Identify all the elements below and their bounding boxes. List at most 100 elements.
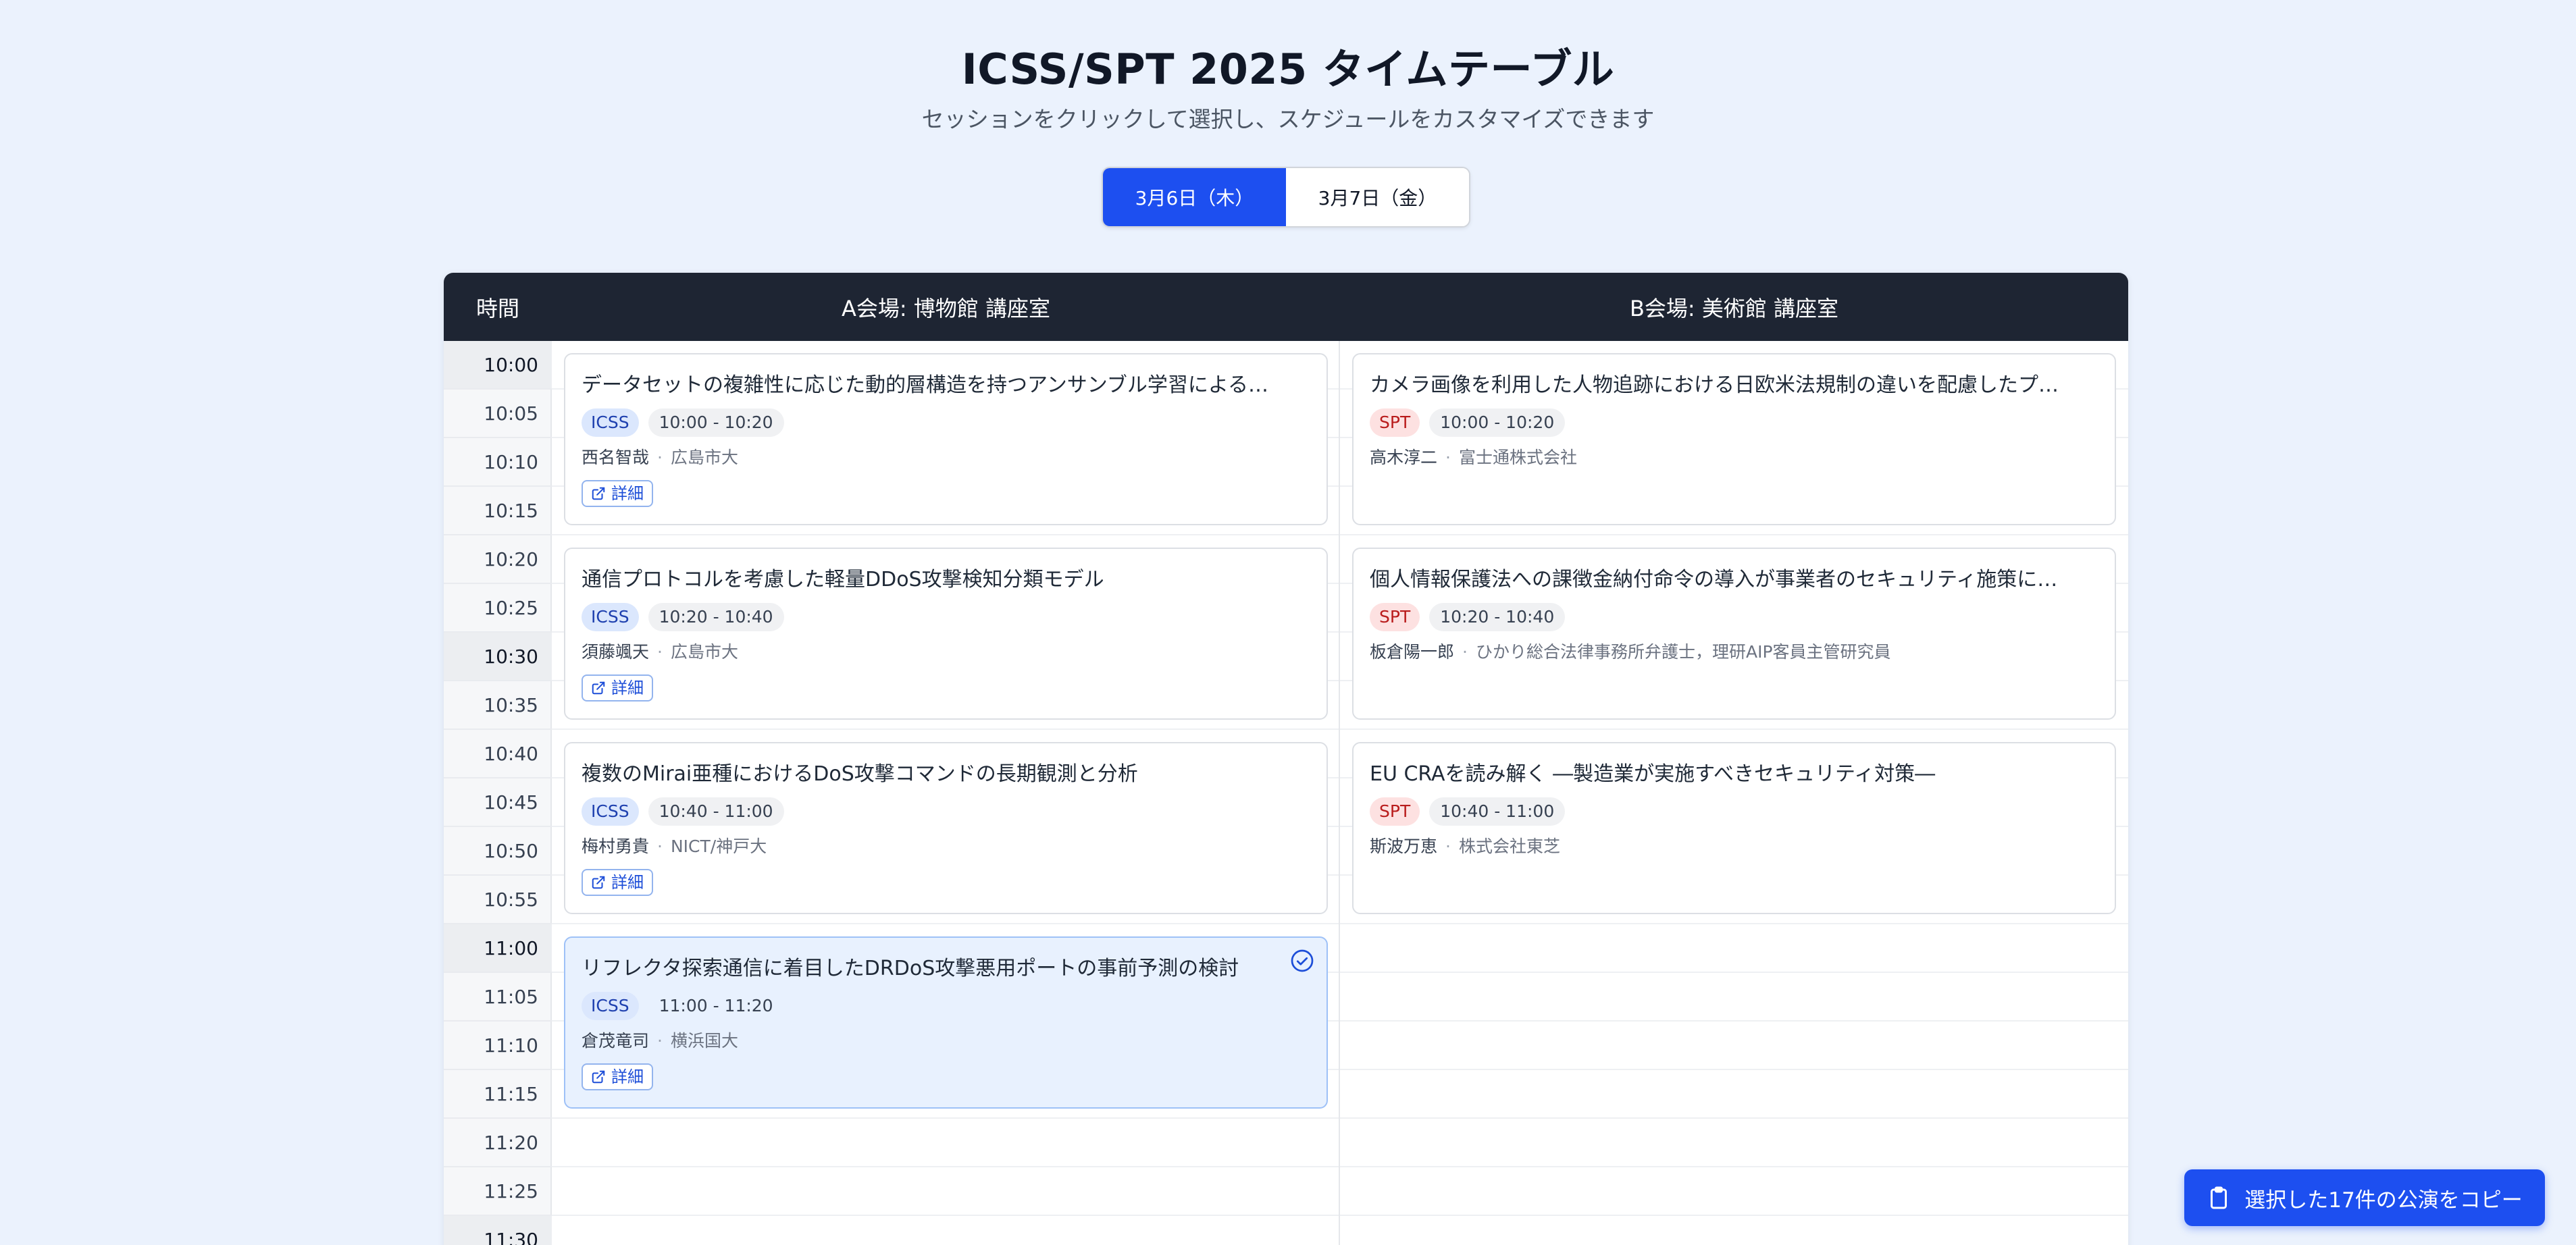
speaker-name: 西名智哉 [582, 448, 650, 467]
detail-label: 詳細 [611, 1067, 644, 1086]
time-column-header: 時間 [475, 295, 519, 321]
time-slot: 10:40 [444, 730, 552, 778]
track-badge: ICSS [582, 603, 639, 631]
speaker-affiliation: 株式会社東芝 [1458, 837, 1560, 856]
tab-day-1[interactable]: 3月6日（木） [1103, 168, 1286, 226]
session-time: 10:00 - 10:20 [1429, 408, 1566, 437]
speaker-affiliation: 広島市大 [670, 642, 738, 662]
session-title: リフレクタ探索通信に着目したDRDoS攻撃悪用ポートの事前予測の検討 [582, 957, 1239, 980]
track-badge: ICSS [582, 408, 639, 437]
session-title: カメラ画像を利用した人物追跡における日欧米法規制の違いを配慮したプライバ... [1370, 373, 2072, 397]
session-speaker: 西名智哉 · 広島市大 [582, 446, 1310, 469]
timetable: 時間 A会場: 博物館 講座室 B会場: 美術館 講座室 10:00 10:05 1… [444, 273, 2128, 1245]
external-link-icon [592, 1070, 605, 1084]
copy-selected-button[interactable]: 選択した17件の公演をコピー [2184, 1169, 2545, 1226]
separator-dot: · [1445, 448, 1451, 467]
session-card-b-1[interactable]: カメラ画像を利用した人物追跡における日欧米法規制の違いを配慮したプライバ... … [1352, 353, 2116, 525]
detail-label: 詳細 [611, 679, 644, 697]
time-slot: 10:45 [444, 778, 552, 827]
speaker-name: 須藤颯天 [582, 642, 650, 662]
time-column: 10:00 10:05 10:10 10:15 10:20 10:25 10:30 10:35… [444, 341, 552, 1245]
tab-day-2[interactable]: 3月7日（金） [1286, 168, 1469, 226]
external-link-icon [592, 876, 605, 889]
session-time: 10:20 - 10:40 [648, 603, 784, 631]
session-card-a-2[interactable]: 通信プロトコルを考慮した軽量DDoS攻撃検知分類モデル ICSS 10:20 -… [564, 548, 1328, 720]
time-slot: 10:30 [444, 633, 552, 681]
session-time: 11:00 - 11:20 [659, 996, 773, 1015]
track-badge: SPT [1370, 408, 1420, 437]
speaker-affiliation: 横浜国大 [670, 1031, 738, 1051]
time-slot: 11:00 [444, 924, 552, 973]
grid-line [552, 1215, 2128, 1216]
detail-label: 詳細 [611, 873, 644, 892]
speaker-affiliation: ひかり総合法律事務所弁護士，理研AIP客員主管研究員 [1475, 642, 1891, 662]
time-slot: 10:20 [444, 535, 552, 584]
session-title: 個人情報保護法への課徴金納付命令の導入が事業者のセキュリティ施策に与える... [1370, 568, 2072, 591]
grid-line [552, 1166, 2128, 1167]
session-time: 10:40 - 11:00 [648, 797, 784, 826]
session-time: 10:00 - 10:20 [648, 408, 784, 437]
separator-dot: · [657, 448, 663, 467]
grid-line [552, 534, 2128, 535]
session-title: データセットの複雑性に応じた動的層構造を持つアンサンブル学習によるDDoS... [582, 373, 1284, 397]
timetable-header: 時間 A会場: 博物館 講座室 B会場: 美術館 講座室 [444, 273, 2128, 341]
session-speaker: 板倉陽一郎 · ひかり総合法律事務所弁護士，理研AIP客員主管研究員 [1370, 641, 2098, 664]
separator-dot: · [657, 837, 663, 856]
session-title: EU CRAを読み解く ―製造業が実施すべきセキュリティ対策― [1370, 762, 1936, 786]
speaker-name: 高木淳二 [1370, 448, 1438, 467]
speaker-affiliation: NICT/神戸大 [670, 837, 767, 856]
check-circle-icon [1291, 949, 1314, 972]
detail-button[interactable]: 詳細 [582, 480, 653, 507]
time-slot: 10:05 [444, 390, 552, 438]
session-speaker: 斯波万恵 · 株式会社東芝 [1370, 835, 2098, 858]
speaker-affiliation: 広島市大 [670, 448, 738, 467]
session-card-b-3[interactable]: EU CRAを読み解く ―製造業が実施すべきセキュリティ対策― SPT 10:4… [1352, 742, 2116, 914]
detail-button[interactable]: 詳細 [582, 1063, 653, 1090]
detail-button[interactable]: 詳細 [582, 674, 653, 701]
day-tabs: 3月6日（木） 3月7日（金） [1102, 167, 1470, 228]
grid-line [552, 1117, 2128, 1119]
time-slot: 11:05 [444, 973, 552, 1022]
time-slot: 11:15 [444, 1070, 552, 1119]
schedule-grid: データセットの複雑性に応じた動的層構造を持つアンサンブル学習によるDDoS...… [552, 341, 2128, 1245]
time-slot: 11:20 [444, 1119, 552, 1167]
time-slot: 11:25 [444, 1167, 552, 1216]
session-title: 複数のMirai亜種におけるDoS攻撃コマンドの長期観測と分析 [582, 762, 1138, 786]
session-time: 10:20 - 10:40 [1429, 603, 1566, 631]
page-subtitle: セッションをクリックして選択し、スケジュールをカスタマイズできます [921, 106, 1655, 132]
time-slot: 10:10 [444, 438, 552, 487]
separator-dot: · [1462, 642, 1468, 662]
time-slot: 10:35 [444, 681, 552, 730]
session-speaker: 須藤颯天 · 広島市大 [582, 641, 1310, 664]
time-slot: 10:50 [444, 827, 552, 876]
session-card-a-4[interactable]: リフレクタ探索通信に着目したDRDoS攻撃悪用ポートの事前予測の検討 ICSS … [564, 936, 1328, 1109]
speaker-name: 板倉陽一郎 [1370, 642, 1455, 662]
track-badge: ICSS [582, 992, 639, 1020]
grid-line [552, 729, 2128, 730]
venue-b-header: B会場: 美術館 講座室 [1629, 295, 1839, 321]
detail-label: 詳細 [611, 484, 644, 503]
session-speaker: 高木淳二 · 富士通株式会社 [1370, 446, 2098, 469]
time-slot: 10:15 [444, 487, 552, 535]
speaker-name: 倉茂竜司 [582, 1031, 650, 1051]
session-title: 通信プロトコルを考慮した軽量DDoS攻撃検知分類モデル [582, 568, 1104, 591]
speaker-affiliation: 富士通株式会社 [1458, 448, 1577, 467]
session-card-b-2[interactable]: 個人情報保護法への課徴金納付命令の導入が事業者のセキュリティ施策に与える... … [1352, 548, 2116, 720]
separator-dot: · [1445, 837, 1451, 856]
session-card-a-1[interactable]: データセットの複雑性に応じた動的層構造を持つアンサンブル学習によるDDoS...… [564, 353, 1328, 525]
track-badge: SPT [1370, 603, 1420, 631]
track-badge: SPT [1370, 797, 1420, 826]
session-speaker: 梅村勇貴 · NICT/神戸大 [582, 835, 1310, 858]
copy-button-label: 選択した17件の公演をコピー [2244, 1188, 2523, 1213]
speaker-name: 斯波万恵 [1370, 837, 1438, 856]
grid-line [552, 923, 2128, 924]
time-slot: 10:00 [444, 341, 552, 390]
time-slot: 11:10 [444, 1022, 552, 1070]
external-link-icon [592, 487, 605, 500]
speaker-name: 梅村勇貴 [582, 837, 650, 856]
detail-button[interactable]: 詳細 [582, 869, 653, 896]
session-card-a-3[interactable]: 複数のMirai亜種におけるDoS攻撃コマンドの長期観測と分析 ICSS 10:… [564, 742, 1328, 914]
session-speaker: 倉茂竜司 · 横浜国大 [582, 1030, 1310, 1053]
track-badge: ICSS [582, 797, 639, 826]
separator-dot: · [657, 1031, 663, 1051]
